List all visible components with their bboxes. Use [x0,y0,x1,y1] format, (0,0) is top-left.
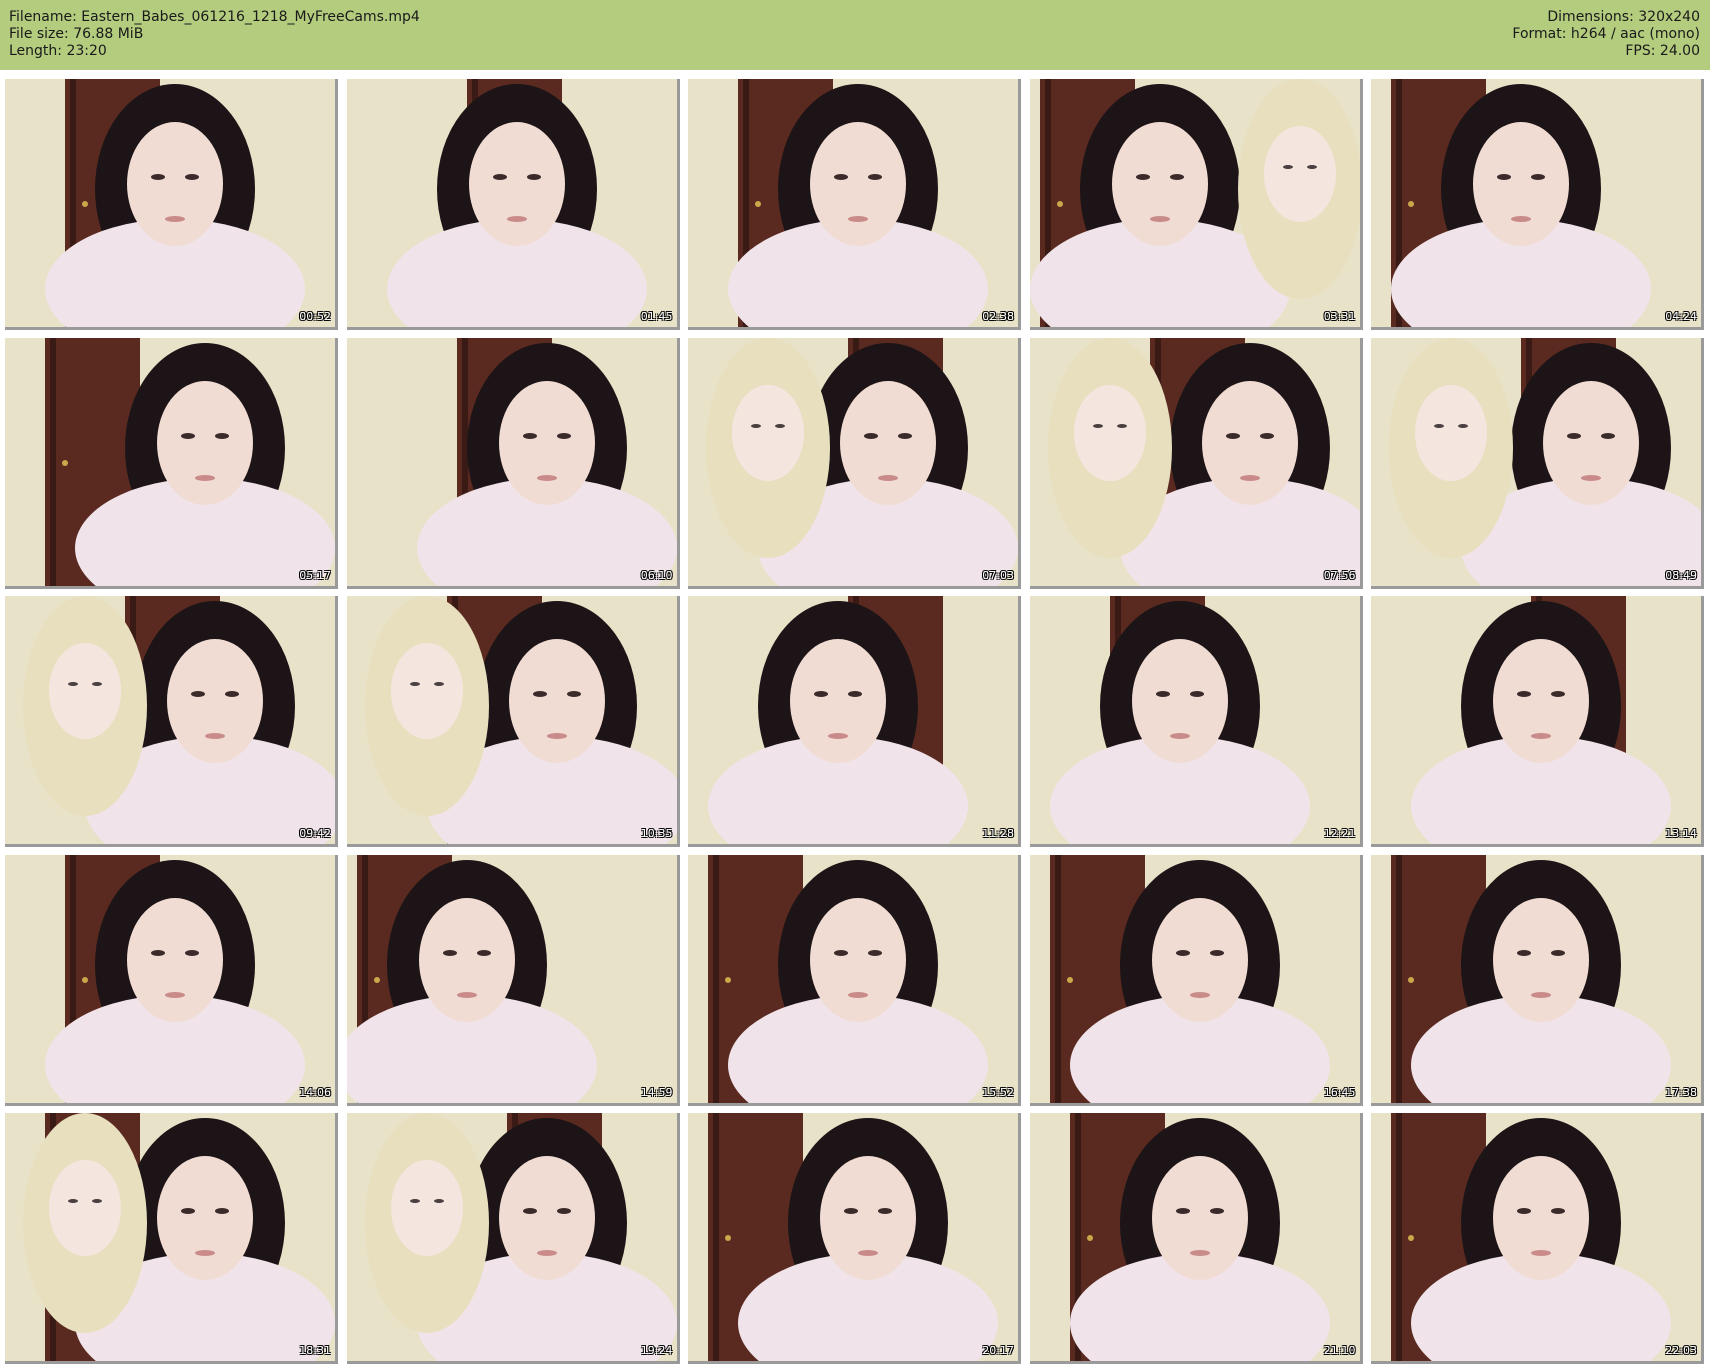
thumbnail-timestamp: 14:59 [640,1085,673,1099]
scene-image [346,596,677,844]
scene-image [5,854,335,1103]
scene-image [688,596,1018,844]
scene-image [346,79,677,327]
length-text: Length: 23:20 [9,43,107,59]
info-left: Filename: Eastern_Babes_061216_1218_MyFr… [9,9,420,60]
thumbnail-frame: 04:24 [1371,79,1704,330]
scene-image [1371,854,1701,1103]
thumbnail-frame: 19:24 [346,1113,680,1364]
scene-image [1371,337,1701,586]
scene-image [5,596,335,844]
thumbnail-grid: 00:52 01:45 02:38 03:31 04:24 05:17 06:10 07:03… [5,79,1705,1364]
scene-image [5,337,335,586]
scene-image [346,1113,677,1361]
thumbnail-timestamp: 07:56 [1323,568,1356,582]
thumbnail-frame: 20:17 [688,1113,1021,1364]
thumbnail-timestamp: 01:45 [640,310,673,323]
scene-image [346,337,677,586]
scene-image [688,1113,1018,1361]
thumbnail-frame: 13:14 [1371,596,1704,847]
scene-image [688,337,1018,586]
scene-image [1371,596,1701,844]
info-right: Dimensions: 320x240 Format: h264 / aac (… [1512,9,1700,60]
filename-text: Filename: Eastern_Babes_061216_1218_MyFr… [9,9,420,25]
thumbnail-frame: 05:17 [5,337,338,589]
scene-image [1371,79,1701,327]
thumbnail-frame: 09:42 [5,596,338,847]
thumbnail-frame: 11:28 [688,596,1021,847]
dimensions-text: Dimensions: 320x240 [1547,9,1700,25]
thumbnail-timestamp: 18:31 [299,1344,331,1357]
thumbnail-timestamp: 05:17 [299,568,331,582]
thumbnail-frame: 00:52 [5,79,338,330]
scene-image [5,79,335,327]
thumbnail-timestamp: 02:38 [982,310,1014,323]
thumbnail-timestamp: 19:24 [640,1344,673,1357]
thumbnail-frame: 22:03 [1371,1113,1704,1364]
scene-image [1029,79,1360,327]
thumbnail-timestamp: 10:35 [640,827,673,840]
thumbnail-timestamp: 12:21 [1323,827,1356,840]
thumbnail-frame: 12:21 [1029,596,1363,847]
fps-text: FPS: 24.00 [1625,43,1700,59]
thumbnail-timestamp: 00:52 [299,310,331,323]
thumbnail-timestamp: 04:24 [1665,310,1697,323]
thumbnail-frame: 07:03 [688,337,1021,589]
scene-image [5,1113,335,1361]
thumbnail-timestamp: 03:31 [1323,310,1356,323]
thumbnail-frame: 08:49 [1371,337,1704,589]
thumbnail-timestamp: 07:03 [982,568,1014,582]
thumbnail-frame: 14:59 [346,854,680,1106]
thumbnail-timestamp: 21:10 [1323,1344,1356,1357]
thumbnail-timestamp: 11:28 [982,827,1014,840]
thumbnail-timestamp: 22:03 [1665,1344,1697,1357]
thumbnail-timestamp: 14:06 [299,1085,331,1099]
thumbnail-timestamp: 13:14 [1665,827,1697,840]
info-header: Filename: Eastern_Babes_061216_1218_MyFr… [0,0,1710,70]
thumbnail-frame: 18:31 [5,1113,338,1364]
thumbnail-timestamp: 08:49 [1665,568,1697,582]
format-text: Format: h264 / aac (mono) [1512,26,1700,42]
thumbnail-timestamp: 17:38 [1665,1085,1697,1099]
thumbnail-frame: 03:31 [1029,79,1363,330]
scene-image [1029,596,1360,844]
thumbnail-frame: 16:45 [1029,854,1363,1106]
scene-image [346,854,677,1103]
thumbnail-frame: 15:52 [688,854,1021,1106]
scene-image [1029,854,1360,1103]
thumbnail-frame: 02:38 [688,79,1021,330]
thumbnail-frame: 21:10 [1029,1113,1363,1364]
scene-image [688,79,1018,327]
thumbnail-timestamp: 20:17 [982,1344,1014,1357]
thumbnail-timestamp: 09:42 [299,827,331,840]
scene-image [1029,337,1360,586]
thumbnail-frame: 14:06 [5,854,338,1106]
thumbnail-timestamp: 15:52 [982,1085,1014,1099]
scene-image [1371,1113,1701,1361]
thumbnail-frame: 10:35 [346,596,680,847]
thumbnail-timestamp: 16:45 [1323,1085,1356,1099]
scene-image [688,854,1018,1103]
thumbnail-frame: 07:56 [1029,337,1363,589]
thumbnail-frame: 17:38 [1371,854,1704,1106]
thumbnail-frame: 06:10 [346,337,680,589]
filesize-text: File size: 76.88 MiB [9,26,144,42]
thumbnail-timestamp: 06:10 [640,568,673,582]
thumbnail-frame: 01:45 [346,79,680,330]
scene-image [1029,1113,1360,1361]
